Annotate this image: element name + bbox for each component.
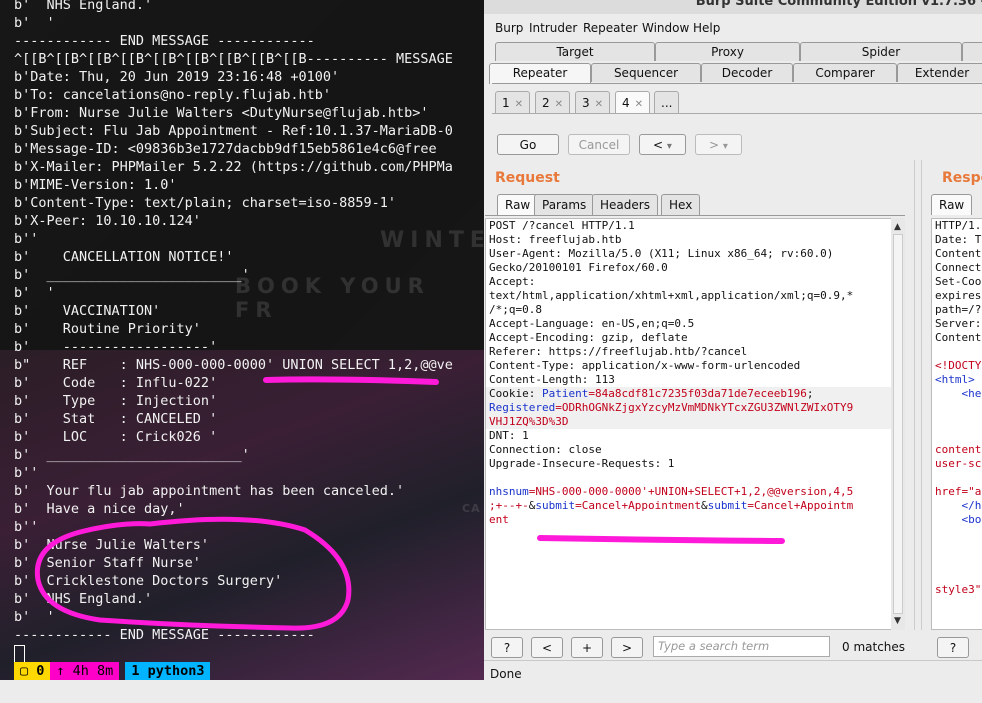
response-line: Date: T <box>935 233 982 246</box>
response-line: <bo <box>935 513 982 526</box>
response-line: expires <box>935 289 982 302</box>
desktop-bottom-strip <box>0 680 484 703</box>
annotation-underline-terminal <box>263 376 439 385</box>
response-line: content <box>935 443 982 456</box>
annotation-circle-signature <box>34 516 352 631</box>
response-line: </h <box>935 499 982 512</box>
response-line: <!DOCTY <box>935 359 982 372</box>
response-line <box>932 429 982 443</box>
response-line <box>932 527 982 541</box>
response-help-button[interactable]: ? <box>937 637 969 658</box>
response-line <box>932 555 982 569</box>
annotation-overlay <box>34 376 439 631</box>
response-line: Content <box>935 331 982 344</box>
search-next-button[interactable]: > <box>611 637 643 658</box>
response-line <box>932 541 982 555</box>
help-button[interactable]: ? <box>491 637 523 658</box>
response-line: HTTP/1.1 <box>935 219 982 232</box>
terminal-window[interactable]: WINTE BOOK YOUR FR CA b' NHS England.' b… <box>0 0 484 703</box>
burp-suite-window[interactable]: Burp Suite Community Edition v1.7.36 - B… <box>484 0 982 703</box>
annotation-underline-request <box>537 535 785 544</box>
response-line: path=/? <box>935 303 982 316</box>
response-line: <he <box>935 387 982 400</box>
response-line <box>932 415 982 429</box>
response-line: Set-Coo <box>935 275 982 288</box>
response-line: user-sc <box>935 457 982 470</box>
response-line <box>932 471 982 485</box>
response-line: <html> <box>935 373 975 386</box>
response-line <box>932 345 982 359</box>
status-text: Done <box>490 667 522 681</box>
response-line: Connect <box>935 261 982 274</box>
search-prev-button[interactable]: < <box>531 637 563 658</box>
response-line <box>932 401 982 415</box>
search-add-button[interactable]: + <box>571 637 603 658</box>
search-input[interactable]: Type a search term <box>653 636 830 657</box>
status-divider <box>484 660 982 661</box>
response-line: href="a <box>935 485 982 498</box>
response-line: Content <box>935 247 982 260</box>
response-line: Server: <box>935 317 982 330</box>
response-line <box>932 569 982 583</box>
response-editor[interactable]: HTTP/1.1 Date: T Content Connect Set-Coo… <box>931 218 982 630</box>
response-line: style3" <box>935 583 982 596</box>
annotation-overlay-burp <box>537 535 785 544</box>
search-match-count: 0 matches <box>842 640 906 654</box>
pane-divider[interactable] <box>914 160 922 630</box>
